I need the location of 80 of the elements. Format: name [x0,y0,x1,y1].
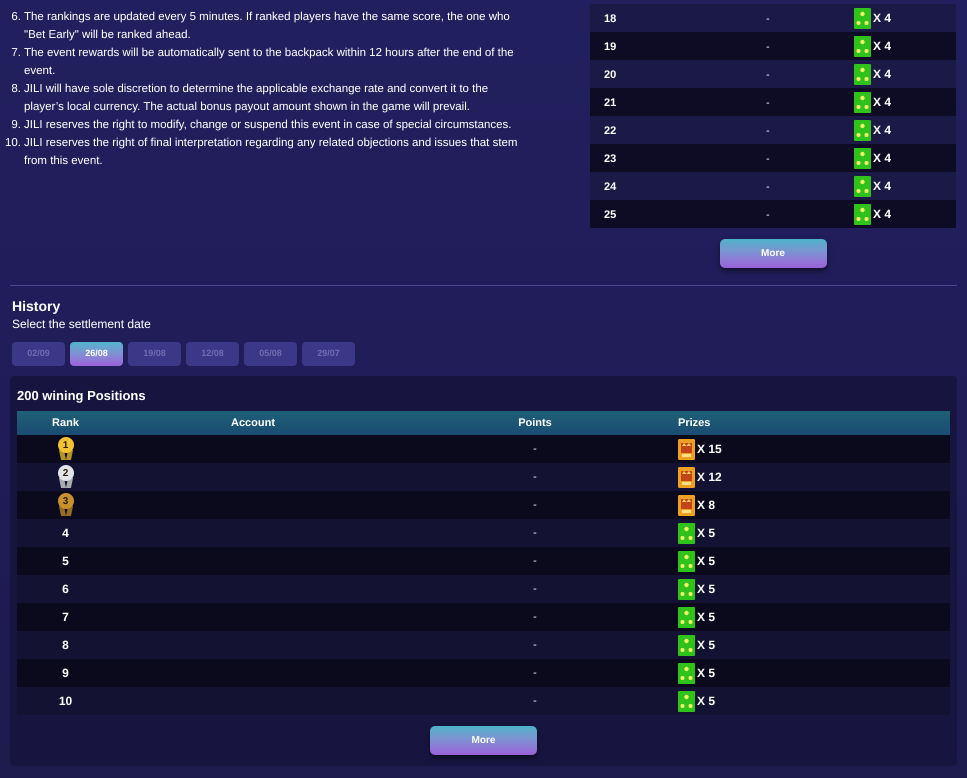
prize-count: X 15 [697,441,722,458]
prize-count: X 4 [873,206,892,223]
points-value: - [533,582,537,597]
medal-icon: 3 [58,493,74,509]
rank-number: 23 [604,153,616,165]
medal-icon: 1 [58,437,74,453]
rank-number: 21 [604,97,616,109]
points-value: - [533,470,537,485]
points-value: - [766,125,770,137]
column-header: Prizes [678,416,710,429]
prize-count: X 4 [873,94,892,111]
prize-count: X 4 [873,10,892,27]
ribbon-icon [60,506,72,516]
date-tab[interactable]: 26/08 [70,342,123,366]
prize-count: X 4 [873,178,892,195]
prize-count: X 5 [697,553,716,570]
points-value: - [533,498,537,513]
points-value: - [533,526,537,541]
points-value: - [533,442,537,457]
prize-count: X 4 [873,66,892,83]
rank-number: 10 [58,693,72,710]
points-value: - [766,181,770,193]
rule-text: The event rewards will be automatically sent to the backpack within 12 hours after the end of the event. [24,46,515,79]
rule-text: JILI reserves the right of final interpretation regarding any related objections and issues that stem from this event. [24,136,518,169]
card-title: 200 wining Positions [17,387,147,405]
points-value: - [533,694,537,709]
points-value: - [766,97,770,109]
prize-count: X 5 [697,693,716,710]
crate-icon [678,466,695,488]
prize-count: X 5 [697,581,716,598]
points-value: - [533,638,537,653]
rule-number: 10. [4,136,22,151]
prize-count: X 5 [697,525,716,542]
crate-icon [678,438,695,460]
rank-number: 25 [604,209,616,221]
rule-text: The rankings are updated every 5 minutes. If ranked players have the same score, the one who "Bet Early" will be ranked ahead. [24,10,511,43]
rank-number: 24 [604,181,616,193]
rule-number: 8. [10,82,22,97]
rank-number: 18 [604,13,616,25]
points-value: - [533,666,537,681]
rank-number: 8 [62,637,69,654]
ribbon-icon [60,478,72,488]
prize-count: X 8 [697,497,716,514]
prize-count: X 12 [697,469,722,486]
rule-text: JILI will have sole discretion to determine the applicable exchange rate and convert it to the player’s local currency. The actual bonus payout amount shown in the game will prevail. [24,82,490,115]
crate-icon [678,494,695,516]
prize-count: X 4 [873,122,892,139]
points-value: - [766,41,770,53]
rank-number: 19 [604,41,616,53]
rule-number: 7. [10,46,22,61]
medal-icon: 2 [58,465,74,481]
prize-count: X 4 [873,150,892,167]
rank-number: 7 [62,609,69,626]
column-header: Points [518,416,552,431]
section-subtitle: Select the settlement date [12,316,152,332]
prize-count: X 5 [697,665,716,682]
prize-count: X 5 [697,609,716,626]
column-header: Account [231,416,275,431]
rank-number: 20 [604,69,616,81]
more-button[interactable]: More [720,239,826,268]
rank-number: 22 [604,125,616,137]
points-value: - [766,13,770,25]
column-header: Rank [52,416,79,431]
points-value: - [533,554,537,569]
prize-count: X 5 [697,637,716,654]
ribbon-icon [60,450,72,460]
rank-number: 6 [62,581,69,598]
rule-number: 6. [10,10,22,25]
points-value: - [766,209,770,221]
prize-count: X 4 [873,38,892,55]
section-title: History [12,297,62,316]
points-value: - [766,69,770,81]
rank-number: 5 [62,553,69,570]
rule-number: 9. [10,118,22,133]
rank-number: 4 [62,525,69,542]
points-value: - [766,153,770,165]
rank-number: 9 [62,665,69,682]
points-value: - [533,610,537,625]
rule-text: JILI reserves the right to modify, change or suspend this event in case of special circumstances. [24,118,512,133]
more-button[interactable]: More [430,726,537,755]
